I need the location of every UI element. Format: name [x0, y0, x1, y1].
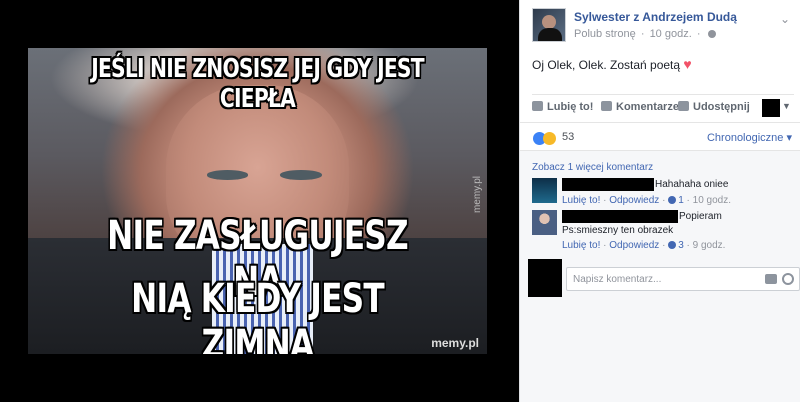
page-avatar[interactable]: [532, 8, 566, 42]
comment-like-count[interactable]: 1: [678, 195, 684, 206]
share-icon: [678, 101, 689, 111]
redacted-commenter-name[interactable]: [562, 210, 678, 223]
globe-icon: [707, 30, 716, 39]
comments-section: Zobacz 1 więcej komentarz Hahahaha oniee…: [520, 150, 800, 402]
comment-time[interactable]: 10 godz.: [693, 195, 731, 206]
meme-bottom-text: NIĄ KIEDY JEST ZIMNA: [131, 276, 384, 354]
comment-time[interactable]: 9 godz.: [693, 240, 726, 251]
comment-composer: [528, 259, 800, 299]
page-name-link[interactable]: Sylwester z Andrzejem Dudą: [574, 10, 737, 24]
comment-label: Komentarze: [616, 101, 679, 113]
comment-input-box[interactable]: [566, 267, 800, 291]
reaction-icons[interactable]: [533, 130, 556, 148]
comment-actions: Lubię to! · Odpowiedz · 3 · 9 godz.: [562, 240, 725, 251]
redacted-user-avatar: [528, 259, 562, 297]
like-count-icon: [668, 241, 677, 249]
post-meta: Polub stronę · 10 godz. ·: [574, 28, 716, 40]
comment-text: Hahahaha oniee: [655, 179, 729, 190]
emoji-icon[interactable]: [782, 273, 794, 285]
facebook-photo-theater: JEŚLI NIE ZNOSISZ JEJ GDY JEST CIEPŁA NI…: [0, 0, 800, 402]
like-button[interactable]: Lubię to!: [532, 101, 593, 113]
comment-like-link[interactable]: Lubię to!: [562, 195, 600, 206]
comment-icon: [601, 101, 612, 111]
post-sidebar: Sylwester z Andrzejem Dudą Polub stronę …: [519, 0, 800, 402]
meta-separator-2: ·: [696, 28, 701, 40]
meme-top-text: JEŚLI NIE ZNOSISZ JEJ GDY JEST CIEPŁA: [91, 54, 424, 114]
post-time[interactable]: 10 godz.: [650, 28, 692, 40]
comment-reply-link[interactable]: Odpowiedz: [609, 195, 659, 206]
comment-reply-link[interactable]: Odpowiedz: [609, 240, 659, 251]
commenter-avatar[interactable]: [532, 210, 557, 235]
comment-sort-dropdown[interactable]: Chronologiczne ▾: [707, 131, 792, 144]
like-page-link[interactable]: Polub stronę: [574, 28, 636, 40]
caret-down-icon[interactable]: ▼: [782, 101, 791, 111]
reactions-bar: 53 Chronologiczne ▾: [520, 122, 800, 150]
sort-label: Chronologiczne: [706, 132, 784, 144]
heart-icon: ♥: [683, 56, 692, 72]
comment-button[interactable]: Komentarze: [601, 101, 679, 113]
post-text: Oj Olek, Olek. Zostań poetą ♥: [532, 56, 692, 72]
watermark-side: memy.pl: [472, 176, 483, 214]
commenter-avatar[interactable]: [532, 178, 557, 203]
post-header: Sylwester z Andrzejem Dudą Polub stronę …: [532, 8, 792, 44]
left-eye: [207, 170, 249, 180]
photo-viewer[interactable]: JEŚLI NIE ZNOSISZ JEJ GDY JEST CIEPŁA NI…: [0, 0, 519, 402]
haha-reaction-icon: [543, 132, 556, 146]
reaction-count[interactable]: 53: [562, 131, 574, 143]
meta-separator: ·: [640, 28, 645, 40]
comment-text-line2: Ps:smieszny ten obrazek: [562, 225, 674, 236]
redacted-avatar-selector[interactable]: [762, 99, 780, 117]
share-button[interactable]: Udostępnij: [678, 101, 750, 113]
like-count-icon: [668, 196, 677, 204]
avatar-body: [538, 28, 562, 41]
meme-image[interactable]: JEŚLI NIE ZNOSISZ JEJ GDY JEST CIEPŁA NI…: [28, 48, 487, 354]
thumbs-up-icon: [532, 101, 543, 111]
avatar-head: [542, 15, 556, 29]
watermark-bottom: memy.pl: [431, 336, 479, 350]
comment-input[interactable]: [567, 268, 757, 290]
comment-like-count[interactable]: 3: [678, 240, 684, 251]
comment-text: Popieram: [679, 211, 722, 222]
view-more-comments-link[interactable]: Zobacz 1 więcej komentarz: [532, 162, 653, 173]
action-bar: Lubię to! Komentarze Udostępnij ▼: [532, 94, 794, 118]
camera-icon[interactable]: [765, 274, 777, 284]
right-eye: [280, 170, 322, 180]
post-text-content: Oj Olek, Olek. Zostań poetą: [532, 58, 681, 72]
redacted-commenter-name[interactable]: [562, 178, 654, 191]
share-label: Udostępnij: [693, 101, 750, 113]
comment: Popieram Ps:smieszny ten obrazek Lubię t…: [532, 210, 796, 252]
comment: Hahahaha oniee Lubię to! · Odpowiedz · 1…: [532, 178, 796, 208]
comment-actions: Lubię to! · Odpowiedz · 1 · 10 godz.: [562, 195, 731, 206]
like-label: Lubię to!: [547, 101, 594, 113]
comment-like-link[interactable]: Lubię to!: [562, 240, 600, 251]
chevron-down-icon[interactable]: ⌄: [780, 12, 790, 26]
